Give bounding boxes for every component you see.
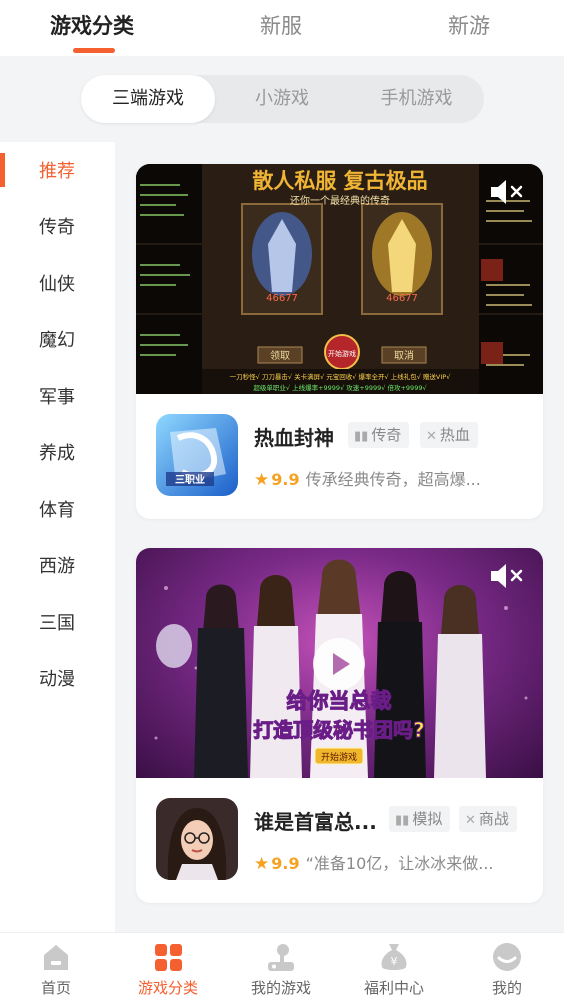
- nav-label: 福利中心: [363, 979, 424, 997]
- banner-btn-left: 领取: [270, 349, 290, 362]
- sidebar-item-journey-west[interactable]: 西游: [0, 537, 115, 593]
- game-card[interactable]: 散人私服 复古极品 还你一个最经典的传奇 46677 46677 领取 取消 开…: [136, 164, 543, 519]
- star-icon: ★: [254, 470, 270, 490]
- sidebar-item-label: 仙侠: [39, 274, 75, 295]
- joystick-icon: [268, 944, 294, 971]
- genre-tag: ▮▮ 模拟: [389, 806, 451, 832]
- svg-text:¥: ¥: [391, 955, 398, 968]
- nav-home[interactable]: 首页: [0, 933, 112, 1006]
- swords-icon: ✕: [465, 813, 476, 828]
- banner-power-left: 46677: [266, 293, 298, 304]
- rating-row: ★ 9.9 传承经典传奇，超高爆...: [254, 466, 524, 490]
- star-icon: ★: [254, 854, 270, 874]
- sidebar-item-legend[interactable]: 传奇: [0, 198, 115, 254]
- sidebar-item-anime[interactable]: 动漫: [0, 650, 115, 706]
- swords-icon: ✕: [426, 429, 437, 444]
- segment-pc-games[interactable]: 三端游戏: [81, 75, 215, 123]
- game-title[interactable]: 谁是首富总...: [254, 806, 377, 835]
- segment-mini-games[interactable]: 小游戏: [215, 75, 349, 123]
- sidebar-item-label: 养成: [39, 443, 75, 464]
- grid-icon: [155, 944, 182, 971]
- nav-profile[interactable]: 我的: [451, 933, 563, 1006]
- tab-game-categories[interactable]: 游戏分类: [50, 10, 134, 40]
- banner-btn-right: 取消: [394, 349, 414, 362]
- segment-mobile-games[interactable]: 手机游戏: [349, 75, 484, 123]
- sidebar-item-nurture[interactable]: 养成: [0, 424, 115, 480]
- style-tag: ✕ 热血: [420, 422, 478, 448]
- speaker-mute-icon: [491, 180, 523, 204]
- sidebar-item-label: 传奇: [39, 217, 75, 238]
- nav-welfare-center[interactable]: ¥ 福利中心: [338, 933, 450, 1006]
- nav-label: 首页: [40, 979, 71, 997]
- speaker-mute-icon: [491, 564, 523, 588]
- nav-label: 我的游戏: [250, 979, 311, 997]
- active-tab-indicator: [73, 48, 115, 53]
- genre-tag: ▮▮ 传奇: [348, 422, 410, 448]
- sidebar-item-label: 体育: [39, 500, 75, 521]
- sidebar-item-recommended[interactable]: 推荐: [0, 142, 115, 198]
- game-banner-video[interactable]: 给你当总裁 打造顶级秘书团吗? 开始游戏: [136, 548, 543, 778]
- banner-line-1: 给你当总裁: [287, 689, 392, 713]
- sidebar-item-three-kingdoms[interactable]: 三国: [0, 594, 115, 650]
- active-indicator: [0, 153, 5, 187]
- banner-features-1: 一刀秒怪√ 刀刀暴击√ 关卡满屏√ 元宝回收√ 爆率全开√ 上线礼包√ 赠送VI…: [230, 372, 452, 381]
- top-tab-bar: 游戏分类 新服 新游: [0, 0, 564, 56]
- rating-score: 9.9: [271, 854, 300, 873]
- banner-btn-center: 开始游戏: [328, 349, 356, 358]
- book-icon: ▮▮: [354, 429, 369, 444]
- sidebar-item-label: 动漫: [39, 669, 75, 690]
- sidebar-item-xianxia[interactable]: 仙侠: [0, 255, 115, 311]
- banner-power-right: 46677: [386, 293, 418, 304]
- game-icon-label: 三职业: [175, 473, 205, 486]
- sidebar-item-label: 魔幻: [39, 330, 75, 351]
- game-title[interactable]: 热血封神: [254, 422, 334, 451]
- sidebar-item-label: 三国: [39, 613, 75, 634]
- tab-new-servers[interactable]: 新服: [260, 10, 302, 40]
- tab-new-games[interactable]: 新游: [448, 10, 490, 40]
- sidebar-item-fantasy[interactable]: 魔幻: [0, 311, 115, 367]
- book-icon: ▮▮: [395, 813, 410, 828]
- banner-headline: 散人私服 复古极品: [252, 168, 427, 193]
- bottom-navigation: 首页 游戏分类 我的游戏 ¥ 福利中心 我的: [0, 932, 564, 1006]
- nav-my-games[interactable]: 我的游戏: [225, 933, 337, 1006]
- banner-start-button: 开始游戏: [321, 751, 357, 763]
- sidebar-item-sports[interactable]: 体育: [0, 481, 115, 537]
- game-description: 传承经典传奇，超高爆...: [305, 470, 481, 489]
- home-icon: [44, 945, 68, 970]
- sidebar-item-label: 军事: [39, 387, 75, 408]
- banner-subline: 还你一个最经典的传奇: [290, 194, 390, 207]
- style-tag: ✕ 商战: [459, 806, 517, 832]
- sidebar-item-label: 西游: [39, 556, 75, 577]
- game-info-row[interactable]: 三职业 热血封神 ▮▮ 传奇 ✕ 热血 ★ 9.9 传承经典传奇，超高爆...: [136, 394, 543, 519]
- mute-button[interactable]: [489, 562, 525, 590]
- profile-icon: [493, 943, 521, 971]
- nav-label: 游戏分类: [137, 979, 198, 997]
- game-banner-video[interactable]: 散人私服 复古极品 还你一个最经典的传奇 46677 46677 领取 取消 开…: [136, 164, 543, 394]
- money-bag-icon: ¥: [381, 944, 407, 970]
- banner-artwork: 散人私服 复古极品 还你一个最经典的传奇 46677 46677 领取 取消 开…: [136, 164, 543, 394]
- nav-game-categories[interactable]: 游戏分类: [112, 933, 224, 1006]
- game-info-row[interactable]: 谁是首富总... ▮▮ 模拟 ✕ 商战 ★ 9.9 “准备10亿，让冰冰来做...: [136, 778, 543, 903]
- rating-score: 9.9: [271, 470, 300, 489]
- nav-label: 我的: [491, 979, 522, 997]
- sidebar-item-military[interactable]: 军事: [0, 368, 115, 424]
- sidebar-item-label: 推荐: [39, 161, 75, 182]
- mute-button[interactable]: [489, 178, 525, 206]
- game-icon[interactable]: 三职业: [156, 414, 238, 496]
- game-description: “准备10亿，让冰冰来做...: [305, 854, 494, 873]
- rating-row: ★ 9.9 “准备10亿，让冰冰来做...: [254, 850, 524, 874]
- banner-line-2: 打造顶级秘书团吗?: [253, 718, 425, 742]
- game-icon[interactable]: [156, 798, 238, 880]
- play-video-button[interactable]: [313, 638, 365, 690]
- category-sidebar: 推荐 传奇 仙侠 魔幻 军事 养成 体育 西游 三国 动漫: [0, 142, 115, 932]
- game-card[interactable]: 给你当总裁 打造顶级秘书团吗? 开始游戏 谁是首富总... ▮▮ 模拟 ✕ 商战…: [136, 548, 543, 903]
- banner-features-2: 超级单职业√ 上线爆率+9999√ 攻速+9999√ 倍攻+9999√: [253, 383, 427, 392]
- platform-segment-control: 三端游戏 小游戏 手机游戏: [81, 75, 484, 123]
